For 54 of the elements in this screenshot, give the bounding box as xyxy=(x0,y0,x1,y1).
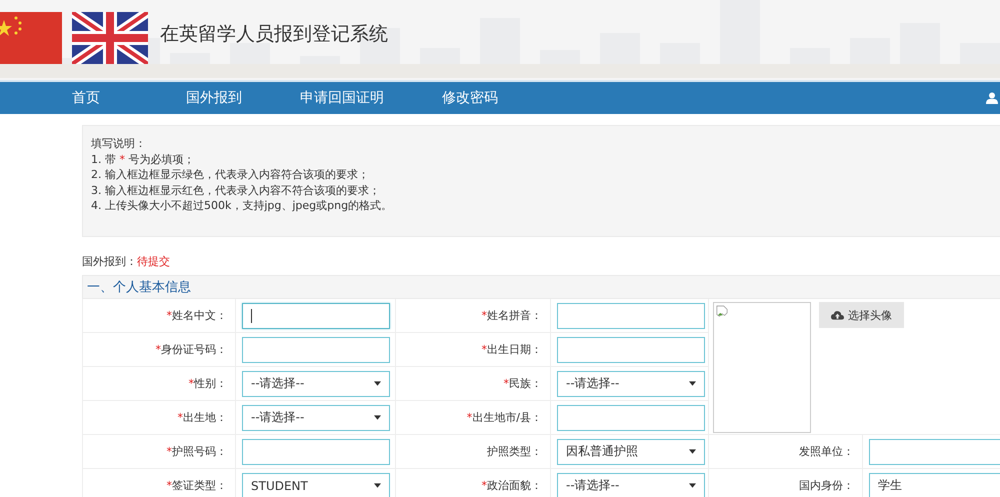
field-label: *护照号码： xyxy=(83,435,236,469)
nav-item[interactable]: 申请回国证明 xyxy=(300,89,390,107)
instruction-line: 1. 带 * 号为必填项； xyxy=(91,152,196,167)
select-field[interactable]: --请选择-- xyxy=(557,370,705,396)
status-label: 国外报到： xyxy=(82,254,137,268)
input-field[interactable] xyxy=(557,404,705,430)
caret-icon xyxy=(374,415,381,420)
section-title: 一、个人基本信息 xyxy=(87,279,191,296)
select-field[interactable]: --请选择-- xyxy=(242,370,390,396)
input-field[interactable] xyxy=(557,302,705,328)
uk-flag-icon xyxy=(72,12,148,64)
field-label: *性别： xyxy=(83,367,236,401)
instruction-line: 3. 输入框边框显示红色，代表录入内容不符合该项的要求； xyxy=(91,182,381,198)
field-label: *民族： xyxy=(396,367,551,401)
site-title: 在英留学人员报到登记系统 xyxy=(160,22,388,47)
nav-item[interactable]: 国外报到 xyxy=(186,89,242,107)
select-field[interactable]: 因私普通护照 xyxy=(557,438,705,464)
caret-icon xyxy=(689,381,696,386)
caret-icon xyxy=(374,483,381,488)
field-label: 发照单位： xyxy=(709,435,863,469)
input-field[interactable] xyxy=(557,336,705,362)
input-field[interactable] xyxy=(869,438,1000,464)
field-label: *出生地： xyxy=(83,401,236,435)
china-flag-icon xyxy=(0,12,62,64)
status-value: 待提交 xyxy=(137,254,170,268)
input-field[interactable] xyxy=(242,438,390,464)
input-field[interactable] xyxy=(242,302,390,328)
caret-icon xyxy=(689,449,696,454)
user-icon[interactable] xyxy=(986,92,998,104)
input-field[interactable]: 学生 xyxy=(869,472,1000,497)
upload-button[interactable]: 选择头像 xyxy=(819,302,904,328)
input-field[interactable] xyxy=(242,336,390,362)
broken-image-icon xyxy=(716,305,728,319)
field-label: *姓名拼音： xyxy=(396,299,551,333)
instructions-title: 填写说明： xyxy=(91,136,147,152)
field-label: *签证类型： xyxy=(83,469,236,497)
cloud-upload-icon xyxy=(831,310,844,320)
select-field[interactable]: --请选择-- xyxy=(242,404,390,430)
text-cursor xyxy=(251,308,252,322)
field-label: *出生日期： xyxy=(396,333,551,367)
field-label: *政治面貌： xyxy=(396,469,551,497)
field-label: *出生地市/县： xyxy=(396,401,551,435)
field-label: *身份证号码： xyxy=(83,333,236,367)
instruction-line: 4. 上传头像大小不超过500k，支持jpg、jpeg或png的格式。 xyxy=(91,198,394,214)
instruction-line: 2. 输入框边框显示绿色，代表录入内容符合该项的要求； xyxy=(91,167,370,182)
field-label: 国内身份： xyxy=(709,469,863,497)
select-field[interactable]: --请选择-- xyxy=(557,472,705,497)
field-label: *姓名中文： xyxy=(83,299,236,333)
nav-item[interactable]: 首页 xyxy=(72,89,128,107)
caret-icon xyxy=(689,483,696,488)
caret-icon xyxy=(374,381,381,386)
select-field[interactable]: STUDENT xyxy=(242,472,390,497)
nav-item[interactable]: 修改密码 xyxy=(442,89,498,107)
field-label: 护照类型： xyxy=(396,435,551,469)
